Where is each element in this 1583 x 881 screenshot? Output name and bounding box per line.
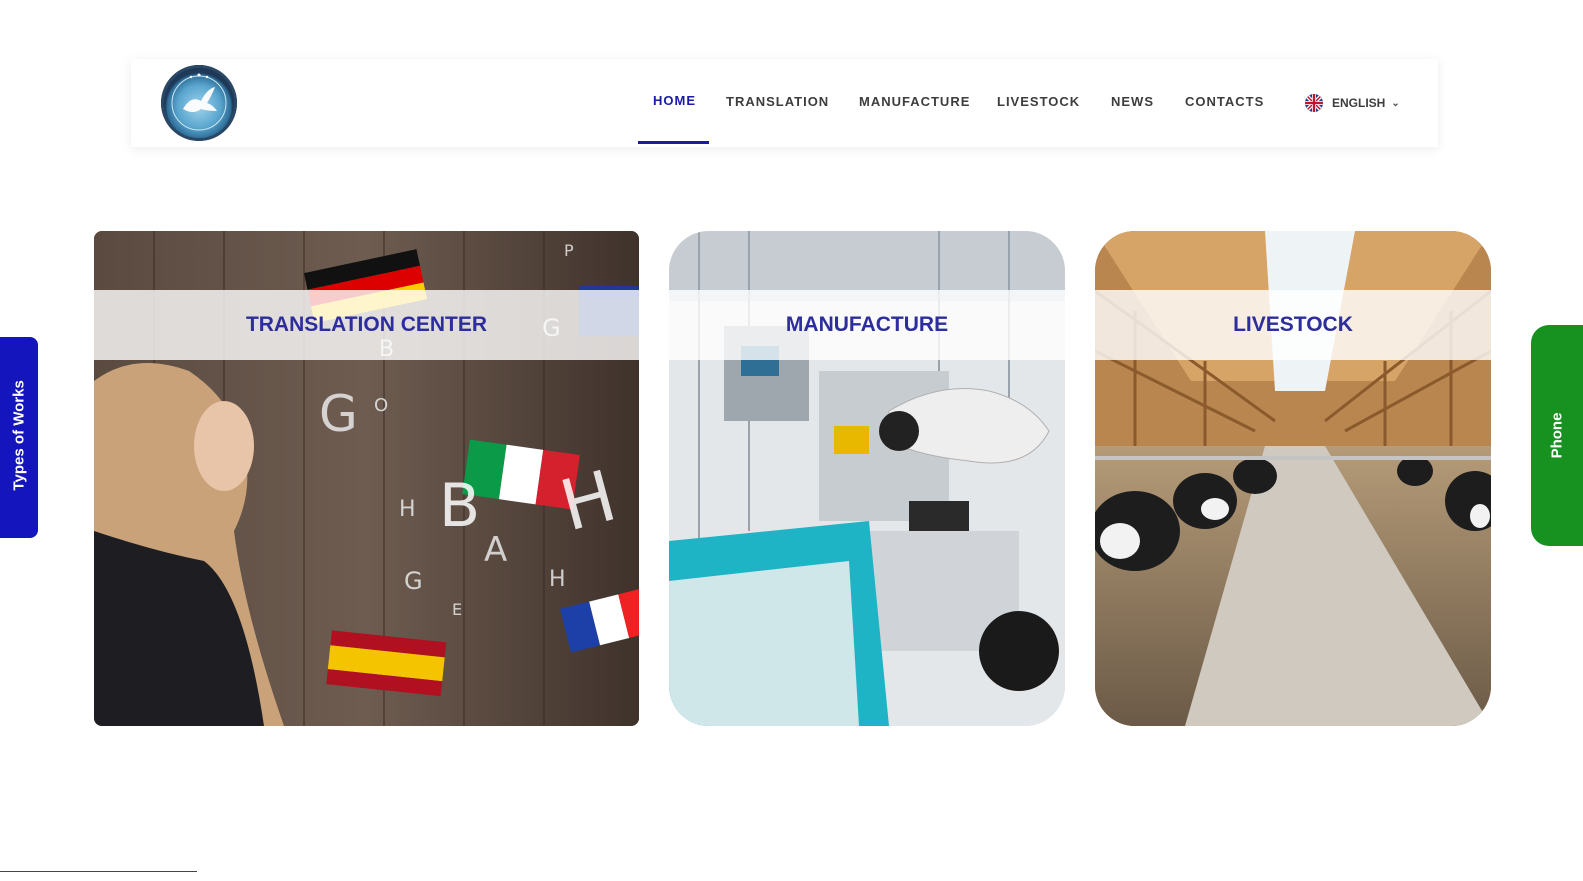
- card-banner: TRANSLATION CENTER: [94, 290, 639, 360]
- card-title-livestock: LIVESTOCK: [1233, 313, 1353, 336]
- nav-home[interactable]: HOME: [653, 59, 696, 147]
- svg-text:H: H: [399, 497, 416, 522]
- svg-text:E: E: [452, 600, 462, 619]
- svg-text:A: A: [484, 530, 507, 570]
- card-translation-center[interactable]: G B H A H G H O B G P E TRANSLATION CENT…: [94, 231, 639, 726]
- svg-text:G: G: [404, 567, 423, 595]
- nav-manufacture[interactable]: MANUFACTURE: [859, 59, 970, 147]
- types-of-works-label: Types of Works: [10, 380, 28, 491]
- nav-translation[interactable]: TRANSLATION: [726, 59, 829, 147]
- nav-livestock[interactable]: LIVESTOCK: [997, 59, 1080, 147]
- chevron-down-icon: ⌄: [1391, 97, 1400, 109]
- card-banner: MANUFACTURE: [669, 290, 1065, 360]
- card-banner: LIVESTOCK: [1095, 290, 1491, 360]
- card-manufacture[interactable]: MANUFACTURE: [669, 231, 1065, 726]
- company-logo[interactable]: [161, 65, 237, 141]
- card-livestock[interactable]: LIVESTOCK: [1095, 231, 1491, 726]
- svg-text:H: H: [549, 567, 566, 592]
- svg-text:P: P: [564, 241, 574, 260]
- types-of-works-tab[interactable]: Types of Works: [0, 337, 38, 538]
- card-title-translation: TRANSLATION CENTER: [245, 313, 488, 336]
- language-selector[interactable]: ENGLISH ⌄: [1305, 93, 1400, 113]
- card-title-manufacture: MANUFACTURE: [785, 313, 949, 336]
- svg-text:B: B: [439, 471, 480, 541]
- divider: [0, 871, 197, 872]
- phone-label: Phone: [1548, 412, 1566, 459]
- active-nav-indicator: [638, 141, 709, 144]
- svg-text:G: G: [319, 385, 358, 443]
- uk-flag-icon: [1305, 94, 1323, 112]
- dove-icon: [171, 73, 227, 131]
- phone-tab[interactable]: Phone: [1531, 325, 1583, 546]
- nav-contacts[interactable]: CONTACTS: [1185, 59, 1264, 147]
- svg-text:O: O: [374, 395, 388, 416]
- site-header: HOME TRANSLATION MANUFACTURE LIVESTOCK N…: [131, 59, 1438, 147]
- language-label: ENGLISH: [1332, 96, 1386, 110]
- nav-news[interactable]: NEWS: [1111, 59, 1154, 147]
